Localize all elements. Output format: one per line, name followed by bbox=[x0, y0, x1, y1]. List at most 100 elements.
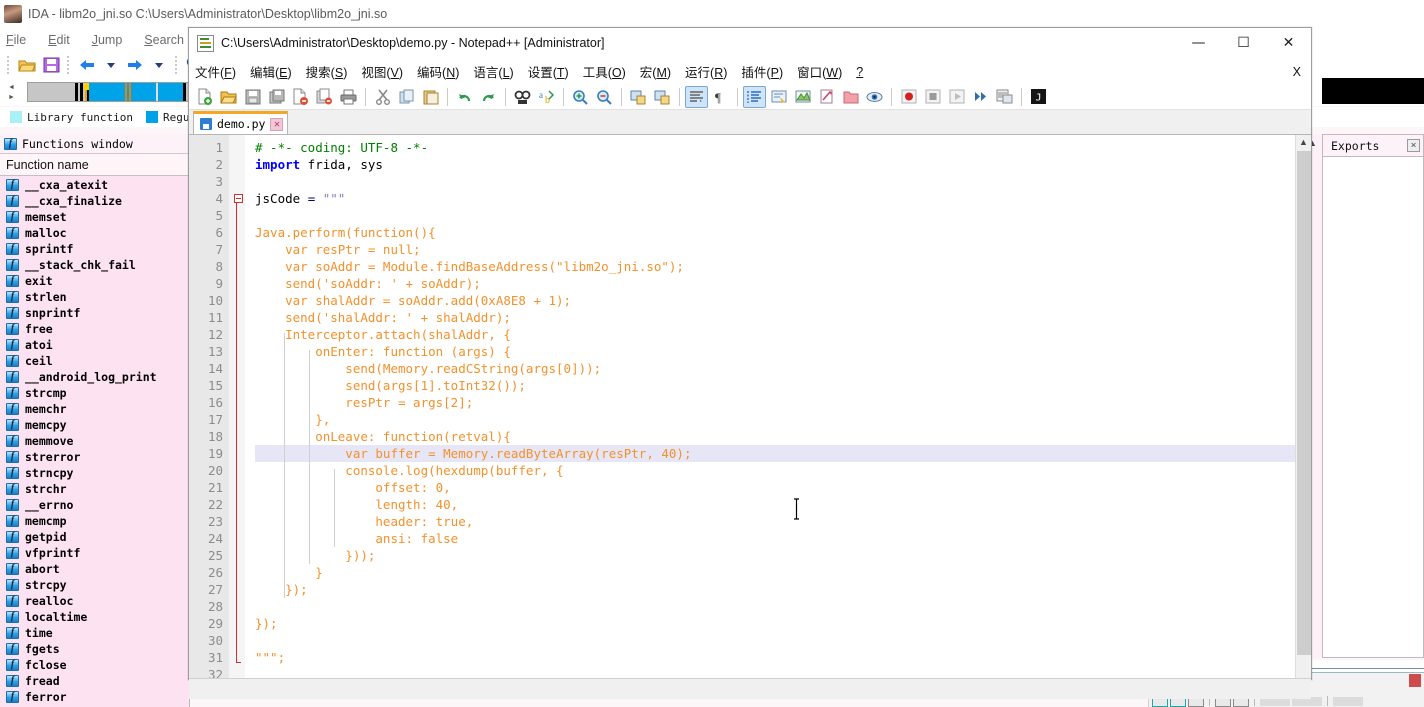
code-line[interactable]: Interceptor.attach(shalAddr, { bbox=[255, 326, 1311, 343]
code-line[interactable]: }); bbox=[255, 615, 1311, 632]
function-list-item[interactable]: f strlen bbox=[0, 289, 189, 305]
code-line[interactable]: jsCode = """ bbox=[255, 190, 1311, 207]
function-list-item[interactable]: f snprintf bbox=[0, 305, 189, 321]
ida-menu-jump[interactable]: Jump bbox=[92, 33, 123, 47]
fold-gutter-cell[interactable] bbox=[229, 564, 245, 581]
code-line[interactable]: console.log(hexdump(buffer, { bbox=[255, 462, 1311, 479]
code-line[interactable]: ansi: false bbox=[255, 530, 1311, 547]
open-folder-icon[interactable] bbox=[16, 55, 38, 75]
code-line[interactable]: }, bbox=[255, 411, 1311, 428]
indent-guideline-icon[interactable] bbox=[743, 85, 766, 108]
function-list-item[interactable]: f abort bbox=[0, 561, 189, 577]
fold-gutter-cell[interactable] bbox=[229, 649, 245, 666]
scroll-up-arrow-icon[interactable]: ▲ bbox=[1296, 135, 1311, 150]
maximize-button[interactable]: ☐ bbox=[1221, 28, 1266, 59]
fold-gutter-cell[interactable] bbox=[229, 445, 245, 462]
exports-tab[interactable]: Exports × bbox=[1322, 134, 1424, 156]
print-icon[interactable] bbox=[337, 86, 360, 108]
toolbar-grip-2[interactable] bbox=[67, 56, 71, 74]
npp-menu-6[interactable]: 语言(L) bbox=[473, 62, 513, 81]
code-editor[interactable]: 1 2 3 4 5 6 7 8 9 10 11 12 13 14 15 16 17 18 19 20 21 22 23 24 2… bbox=[189, 135, 1311, 678]
function-list[interactable]: f __cxa_atexit f __cxa_finalize f memset f mall… bbox=[0, 176, 189, 707]
function-list-item[interactable]: f __stack_chk_fail bbox=[0, 257, 189, 273]
code-line[interactable]: send(args[1].toInt32()); bbox=[255, 377, 1311, 394]
fold-gutter-cell[interactable] bbox=[229, 139, 245, 156]
code-line[interactable]: send(Memory.readCString(args[0])); bbox=[255, 360, 1311, 377]
replace-icon[interactable]: ab bbox=[535, 86, 558, 108]
npp-menu-12[interactable]: 窗口(W) bbox=[797, 62, 842, 81]
function-list-item[interactable]: f getpid bbox=[0, 529, 189, 545]
fold-gutter-cell[interactable] bbox=[229, 581, 245, 598]
function-list-icon[interactable] bbox=[815, 86, 838, 108]
forward-dropdown-icon[interactable] bbox=[148, 55, 170, 75]
close-file-icon[interactable] bbox=[289, 86, 312, 108]
code-line[interactable]: send('shalAddr: ' + shalAddr); bbox=[255, 309, 1311, 326]
function-list-item[interactable]: f strchr bbox=[0, 481, 189, 497]
function-list-item[interactable]: f memmove bbox=[0, 433, 189, 449]
minimize-button[interactable]: — bbox=[1176, 28, 1221, 59]
code-text-area[interactable]: # -*- coding: UTF-8 -*- import frida, sys… bbox=[245, 135, 1311, 678]
close-button[interactable]: ✕ bbox=[1266, 28, 1311, 59]
back-dropdown-icon[interactable] bbox=[100, 55, 122, 75]
npp-menu-close-document[interactable]: X bbox=[1293, 65, 1301, 79]
function-list-item[interactable]: f strcmp bbox=[0, 385, 189, 401]
sync-vertical-scroll-icon[interactable] bbox=[627, 86, 650, 108]
code-line[interactable] bbox=[255, 632, 1311, 649]
function-list-item[interactable]: f memcmp bbox=[0, 513, 189, 529]
show-all-characters-icon[interactable]: ¶ bbox=[709, 86, 732, 108]
function-list-item[interactable]: f atoi bbox=[0, 337, 189, 353]
run-macro-dialog-icon[interactable] bbox=[993, 86, 1016, 108]
npp-menu-1[interactable]: 文件(F) bbox=[195, 62, 236, 81]
code-line[interactable]: import frida, sys bbox=[255, 156, 1311, 173]
function-list-item[interactable]: f __cxa_atexit bbox=[0, 177, 189, 193]
fold-gutter-cell[interactable] bbox=[229, 377, 245, 394]
fold-gutter-cell[interactable] bbox=[229, 479, 245, 496]
code-line[interactable]: var shalAddr = soAddr.add(0xA8E8 + 1); bbox=[255, 292, 1311, 309]
fold-gutter-cell[interactable] bbox=[229, 428, 245, 445]
function-list-item[interactable]: f time bbox=[0, 625, 189, 641]
editor-vscroll-thumb[interactable] bbox=[1297, 151, 1311, 655]
exports-close-icon[interactable]: × bbox=[1407, 139, 1420, 152]
npp-menu-5[interactable]: 编码(N) bbox=[417, 62, 459, 81]
editor-vertical-scrollbar[interactable]: ▲ bbox=[1295, 135, 1311, 678]
function-list-item[interactable]: f strerror bbox=[0, 449, 189, 465]
nav-down-caret-icon[interactable]: ► bbox=[8, 94, 15, 101]
back-arrow-icon[interactable] bbox=[76, 55, 98, 75]
npp-menu-11[interactable]: 插件(P) bbox=[741, 62, 783, 81]
npp-menu-4[interactable]: 视图(V) bbox=[361, 62, 403, 81]
ida-menu-search[interactable]: Search bbox=[144, 33, 184, 47]
npp-window-buttons[interactable]: — ☐ ✕ bbox=[1176, 28, 1311, 59]
tab-demo-py[interactable]: demo.py ✕ bbox=[193, 111, 289, 134]
close-all-files-icon[interactable] bbox=[313, 86, 336, 108]
fold-gutter-cell[interactable] bbox=[229, 309, 245, 326]
npp-toolbar[interactable]: ab ¶ J bbox=[189, 84, 1311, 110]
fold-gutter-cell[interactable] bbox=[229, 258, 245, 275]
find-icon[interactable] bbox=[511, 86, 534, 108]
copy-icon[interactable] bbox=[395, 86, 418, 108]
function-list-item[interactable]: f memchr bbox=[0, 401, 189, 417]
fold-gutter-cell[interactable] bbox=[229, 190, 245, 207]
jstool-icon[interactable]: J bbox=[1027, 86, 1050, 108]
function-list-item[interactable]: f memset bbox=[0, 209, 189, 225]
function-list-item[interactable]: f fread bbox=[0, 673, 189, 689]
function-list-item[interactable]: f sprintf bbox=[0, 241, 189, 257]
code-line[interactable] bbox=[255, 173, 1311, 190]
code-line[interactable]: """; bbox=[255, 649, 1311, 666]
code-line[interactable]: offset: 0, bbox=[255, 479, 1311, 496]
save-all-icon[interactable] bbox=[265, 86, 288, 108]
function-list-item[interactable]: f fgets bbox=[0, 641, 189, 657]
fold-collapse-icon[interactable] bbox=[234, 194, 243, 203]
function-list-item[interactable]: f ceil bbox=[0, 353, 189, 369]
new-file-icon[interactable] bbox=[193, 86, 216, 108]
fold-gutter-cell[interactable] bbox=[229, 275, 245, 292]
code-line[interactable]: onEnter: function (args) { bbox=[255, 343, 1311, 360]
fold-gutter-cell[interactable] bbox=[229, 598, 245, 615]
npp-menu-13[interactable]: ? bbox=[856, 65, 863, 79]
fold-gutter-cell[interactable] bbox=[229, 224, 245, 241]
code-line[interactable]: # -*- coding: UTF-8 -*- bbox=[255, 139, 1311, 156]
npp-menu-10[interactable]: 运行(R) bbox=[685, 62, 727, 81]
npp-menu-2[interactable]: 编辑(E) bbox=[250, 62, 292, 81]
ida-navigation-band[interactable] bbox=[26, 82, 202, 102]
code-line[interactable]: var soAddr = Module.findBaseAddress("lib… bbox=[255, 258, 1311, 275]
function-name-column-header[interactable]: Function name bbox=[0, 154, 189, 176]
